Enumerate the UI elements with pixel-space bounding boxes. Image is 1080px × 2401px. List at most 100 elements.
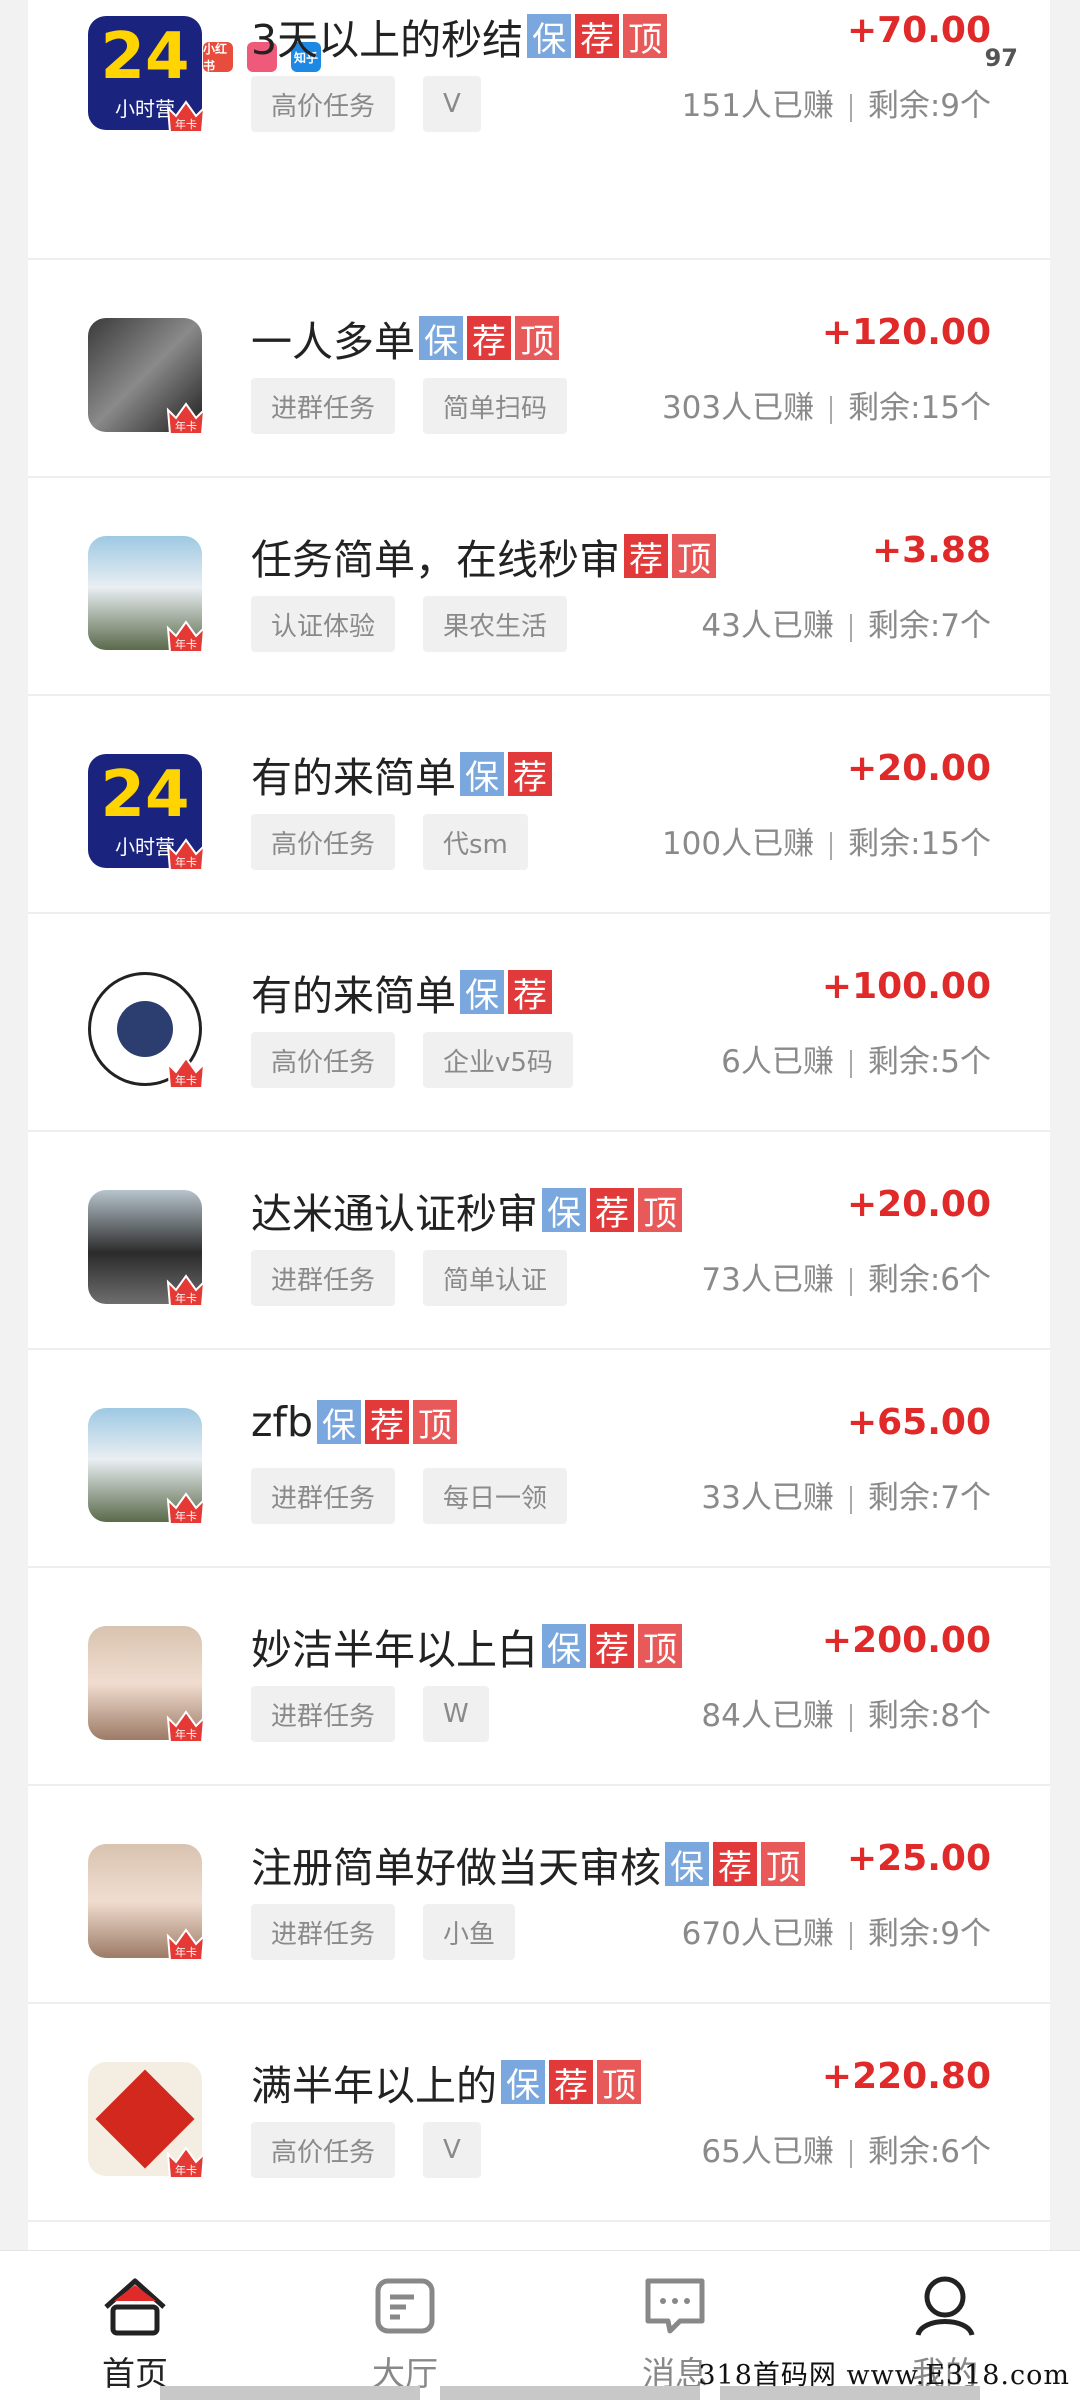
task-reward: +100.00 (821, 966, 991, 1007)
profile-icon (915, 2276, 975, 2337)
task-stats: 303人已赚 剩余:15个 (662, 382, 991, 427)
task-title: 一人多单保荐顶 (251, 308, 559, 368)
task-row[interactable]: 年卡 任务简单，在线秒审荐顶 +3.88 认证体验 果农生活 43人已赚 剩余:7个 (28, 476, 1050, 696)
task-tag: 高价任务 (251, 2122, 396, 2178)
task-tag: 进群任务 (251, 378, 396, 434)
stat-divider (830, 395, 833, 424)
task-tag: 高价任务 (251, 1032, 396, 1088)
crown-text: 年卡 (175, 1073, 197, 1087)
avatar-person: 年卡 (88, 1408, 206, 1525)
task-stats: 100人已赚 剩余:15个 (662, 818, 991, 863)
remaining-count: 剩余:9个 (867, 1916, 991, 1952)
task-row[interactable]: 年卡 zfb 保荐顶 +65.00 进群任务 每日一领 33人已赚 剩余:7个 (28, 1348, 1050, 1568)
task-row[interactable]: 24 小时营 年卡 3天以上的秒结保荐顶 +70.00 高价任务 V 151人已赚 剩余:9个 (28, 0, 1050, 260)
stat-divider (849, 2139, 852, 2168)
remaining-count: 剩余:15个 (848, 826, 991, 862)
bao-badge: 保 (665, 1842, 709, 1888)
earned-count: 6人已赚 (721, 1044, 834, 1080)
jian-badge: 荐 (624, 534, 668, 580)
task-tag: V (423, 76, 481, 132)
task-tag: 小鱼 (423, 1904, 516, 1960)
ding-badge: 顶 (515, 316, 559, 362)
crown-text: 年卡 (175, 419, 197, 433)
task-row[interactable]: 24 小时营 年卡 有的来简单保荐 +20.00 高价任务 代sm 100人已赚 剩余:15个 (28, 694, 1050, 914)
earned-count: 151人已赚 (681, 88, 834, 124)
ding-badge: 顶 (761, 1842, 805, 1888)
crown-badge-icon: 年卡 (164, 1704, 208, 1748)
stat-divider (849, 1485, 852, 1514)
crown-text: 年卡 (175, 2163, 197, 2177)
task-title-text: 任务简单，在线秒审 (251, 536, 620, 584)
crown-badge-icon: 年卡 (164, 1922, 208, 1966)
task-reward: +20.00 (846, 748, 991, 789)
stat-divider (849, 1921, 852, 1950)
earned-count: 84人已赚 (701, 1698, 834, 1734)
stat-divider (849, 93, 852, 122)
task-title-text: 达米通认证秒审 (251, 1190, 538, 1238)
crown-badge-icon: 年卡 (164, 1050, 208, 1094)
bao-badge: 保 (460, 752, 504, 798)
tab-home[interactable]: 首页 (45, 2251, 225, 2401)
task-row[interactable]: 年卡 达米通认证秒审保荐顶 +20.00 进群任务 简单认证 73人已赚 剩余:6个 (28, 1130, 1050, 1350)
task-title-text: 有的来简单 (251, 972, 456, 1020)
bao-badge: 保 (419, 316, 463, 362)
task-row[interactable]: 年卡 妙洁半年以上白保荐顶 +200.00 进群任务 W 84人已赚 剩余:8个 (28, 1566, 1050, 1786)
crown-text: 年卡 (175, 1509, 197, 1523)
ding-badge: 顶 (597, 2060, 641, 2106)
task-tag: 进群任务 (251, 1468, 396, 1524)
stat-divider (849, 1049, 852, 1078)
avatar-cartoon: 年卡 (88, 972, 206, 1089)
jian-badge: 荐 (575, 14, 620, 60)
task-stats: 43人已赚 剩余:7个 (701, 600, 991, 645)
task-tag: 代sm (423, 814, 528, 870)
task-tag: 进群任务 (251, 1686, 396, 1742)
crown-badge-icon: 年卡 (164, 396, 208, 440)
task-tag: V (423, 2122, 481, 2178)
ding-badge: 顶 (638, 1624, 682, 1670)
jian-badge: 荐 (590, 1188, 634, 1234)
crown-badge-icon: 年卡 (164, 1486, 208, 1530)
earned-count: 670人已赚 (681, 1916, 834, 1952)
avatar-number: 24 (100, 19, 190, 94)
task-tag: 高价任务 (251, 814, 396, 870)
crown-badge-icon: 年卡 (164, 1268, 208, 1312)
task-title: 任务简单，在线秒审荐顶 (251, 526, 716, 586)
remaining-count: 剩余:5个 (867, 1044, 991, 1080)
remaining-count: 剩余:7个 (867, 608, 991, 644)
jian-badge: 荐 (508, 752, 552, 798)
task-row[interactable]: 年卡 满半年以上的保荐顶 +220.80 高价任务 V 65人已赚 剩余:6个 (28, 2002, 1050, 2222)
jian-badge: 荐 (590, 1624, 634, 1670)
ding-badge: 顶 (623, 14, 668, 60)
task-title-text: 一人多单 (251, 318, 415, 366)
tab-hall[interactable]: 大厅 (315, 2251, 495, 2401)
jian-badge: 荐 (508, 970, 552, 1016)
stat-divider (849, 613, 852, 642)
task-stats: 670人已赚 剩余:9个 (682, 1908, 991, 1953)
jian-badge: 荐 (364, 1400, 409, 1446)
crown-text: 年卡 (175, 117, 197, 131)
task-title: zfb 保荐顶 (251, 1398, 457, 1446)
task-reward: +220.80 (821, 2056, 991, 2097)
crown-badge-icon: 年卡 (164, 94, 208, 138)
avatar-number: 24 (100, 757, 190, 832)
earned-count: 43人已赚 (701, 608, 834, 644)
task-stats: 151人已赚 剩余:9个 (682, 80, 991, 125)
task-tag: 简单认证 (423, 1250, 568, 1306)
task-title: 3天以上的秒结保荐顶 (251, 6, 668, 66)
stat-divider (849, 1267, 852, 1296)
task-row[interactable]: 年卡 一人多单保荐顶 +120.00 进群任务 简单扫码 303人已赚 剩余:15个 (28, 258, 1050, 478)
bao-badge: 保 (542, 1624, 586, 1670)
task-reward: +120.00 (821, 312, 991, 353)
task-row[interactable]: 年卡 有的来简单保荐 +100.00 高价任务 企业v5码 6人已赚 剩余:5个 (28, 912, 1050, 1132)
avatar-24-hour: 24 小时营 年卡 (88, 754, 206, 871)
crown-text: 年卡 (175, 855, 197, 869)
ding-badge: 顶 (672, 534, 716, 580)
crown-badge-icon: 年卡 (164, 2140, 208, 2184)
task-title: 注册简单好做当天审核保荐顶 (251, 1834, 805, 1894)
task-title: 有的来简单保荐 (251, 744, 552, 804)
crown-text: 年卡 (175, 1727, 197, 1741)
task-row[interactable]: 年卡 注册简单好做当天审核保荐顶 +25.00 进群任务 小鱼 670人已赚 剩余:9个 (28, 1784, 1050, 2004)
task-stats: 84人已赚 剩余:8个 (701, 1690, 991, 1735)
task-title-text: 满半年以上的 (251, 2062, 497, 2110)
task-reward: +3.88 (872, 530, 991, 571)
